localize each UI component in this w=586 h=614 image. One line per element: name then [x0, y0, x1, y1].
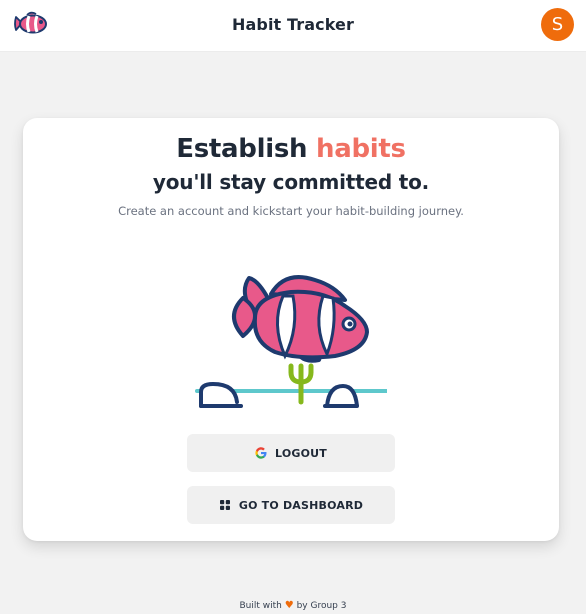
dashboard-label: GO TO DASHBOARD — [238, 498, 364, 512]
logout-label: LOGOUT — [275, 446, 327, 460]
app-title: Habit Tracker — [232, 15, 354, 34]
hero-card: Establish habits you'll stay committed t… — [23, 118, 559, 541]
dashboard-grid-icon — [219, 500, 230, 510]
clownfish-illustration — [195, 275, 387, 408]
headline-prefix: Establish — [176, 134, 308, 164]
headline-line-2: you'll stay committed to. — [152, 170, 430, 194]
google-icon — [255, 447, 267, 459]
heart-icon: ♥ — [284, 600, 294, 611]
footer: Built with ♥ by Group 3 — [0, 600, 586, 611]
user-avatar[interactable]: S — [541, 8, 574, 41]
logout-button[interactable]: LOGOUT — [187, 434, 395, 472]
footer-prefix: Built with — [239, 601, 282, 611]
go-to-dashboard-button[interactable]: GO TO DASHBOARD — [187, 486, 395, 524]
footer-suffix: by Group 3 — [296, 601, 347, 611]
headline: Establish habits — [23, 134, 559, 164]
hero-subtext: Create an account and kickstart your hab… — [118, 204, 464, 218]
headline-accent: habits — [316, 134, 406, 164]
navbar: Habit Tracker S — [0, 0, 586, 52]
